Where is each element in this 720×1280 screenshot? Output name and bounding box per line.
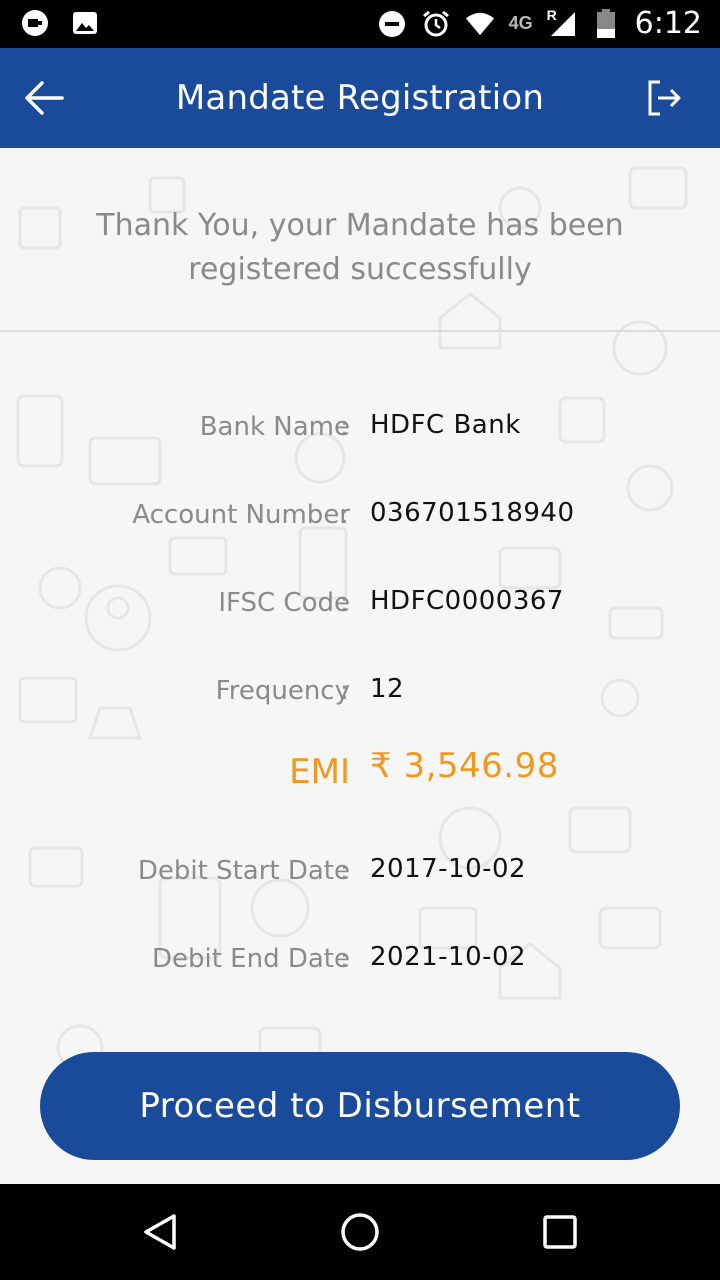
roaming-label: R xyxy=(546,6,557,23)
detail-row-bank-name: Bank Name : HDFC Bank xyxy=(0,394,720,454)
detail-label: Debit Start Date xyxy=(137,856,350,886)
do-not-disturb-icon xyxy=(377,9,407,39)
app-bar: Mandate Registration xyxy=(0,48,720,148)
cell-signal-icon: R xyxy=(546,6,577,39)
detail-value: 036701518940 xyxy=(370,498,575,528)
nav-home-button[interactable] xyxy=(338,1210,382,1254)
detail-value: 2017-10-02 xyxy=(370,854,527,884)
detail-value: 12 xyxy=(370,674,405,704)
detail-label: Account Number xyxy=(132,500,350,530)
nav-recents-button[interactable] xyxy=(538,1210,582,1254)
detail-row-frequency: Frequency : 12 xyxy=(0,658,720,718)
divider xyxy=(0,330,720,332)
detail-row-ifsc-code: IFSC Code : HDFC0000367 xyxy=(0,570,720,630)
status-bar: 4G R 6:12 xyxy=(0,0,720,48)
detail-label: IFSC Code xyxy=(218,588,350,618)
success-message-line2: registered successfully xyxy=(188,252,532,287)
detail-separator: : xyxy=(340,588,349,618)
detail-separator: : xyxy=(340,500,349,530)
page-title: Mandate Registration xyxy=(175,78,545,118)
detail-value: HDFC Bank xyxy=(370,410,521,440)
detail-label: Bank Name xyxy=(199,412,350,442)
emi-amount: ₹ 3,546.98 xyxy=(370,746,559,786)
success-message: Thank You, your Mandate has been registe… xyxy=(60,204,660,292)
clock-time: 6:12 xyxy=(634,6,702,41)
notification-icon xyxy=(20,8,50,38)
detail-row-debit-start-date: Debit Start Date : 2017-10-02 xyxy=(0,838,720,898)
battery-icon xyxy=(591,8,621,39)
alarm-icon xyxy=(421,9,451,39)
square-recents-icon xyxy=(543,1215,577,1249)
image-icon xyxy=(70,8,100,38)
detail-value: 2021-10-02 xyxy=(370,942,527,972)
detail-separator: : xyxy=(340,676,349,706)
logout-icon xyxy=(648,80,681,116)
proceed-to-disbursement-button[interactable]: Proceed to Disbursement xyxy=(40,1052,680,1160)
system-navigation-bar xyxy=(0,1184,720,1280)
logout-button[interactable] xyxy=(646,78,686,118)
detail-separator: : xyxy=(340,856,349,886)
detail-separator: : xyxy=(340,754,351,789)
nav-back-button[interactable] xyxy=(138,1210,182,1254)
detail-row-debit-end-date: Debit End Date : 2021-10-02 xyxy=(0,926,720,986)
detail-row-emi: EMI : ₹ 3,546.98 xyxy=(0,742,720,802)
triangle-back-icon xyxy=(144,1214,176,1250)
circle-home-icon xyxy=(341,1213,379,1251)
detail-value: HDFC0000367 xyxy=(370,586,564,616)
network-type-label: 4G xyxy=(508,13,533,33)
detail-separator: : xyxy=(340,412,349,442)
success-message-line1: Thank You, your Mandate has been xyxy=(96,208,624,243)
detail-label: Frequency xyxy=(215,676,350,706)
detail-separator: : xyxy=(340,944,349,974)
detail-row-account-number: Account Number : 036701518940 xyxy=(0,482,720,542)
wifi-icon xyxy=(465,9,495,39)
detail-label: Debit End Date xyxy=(151,944,350,974)
